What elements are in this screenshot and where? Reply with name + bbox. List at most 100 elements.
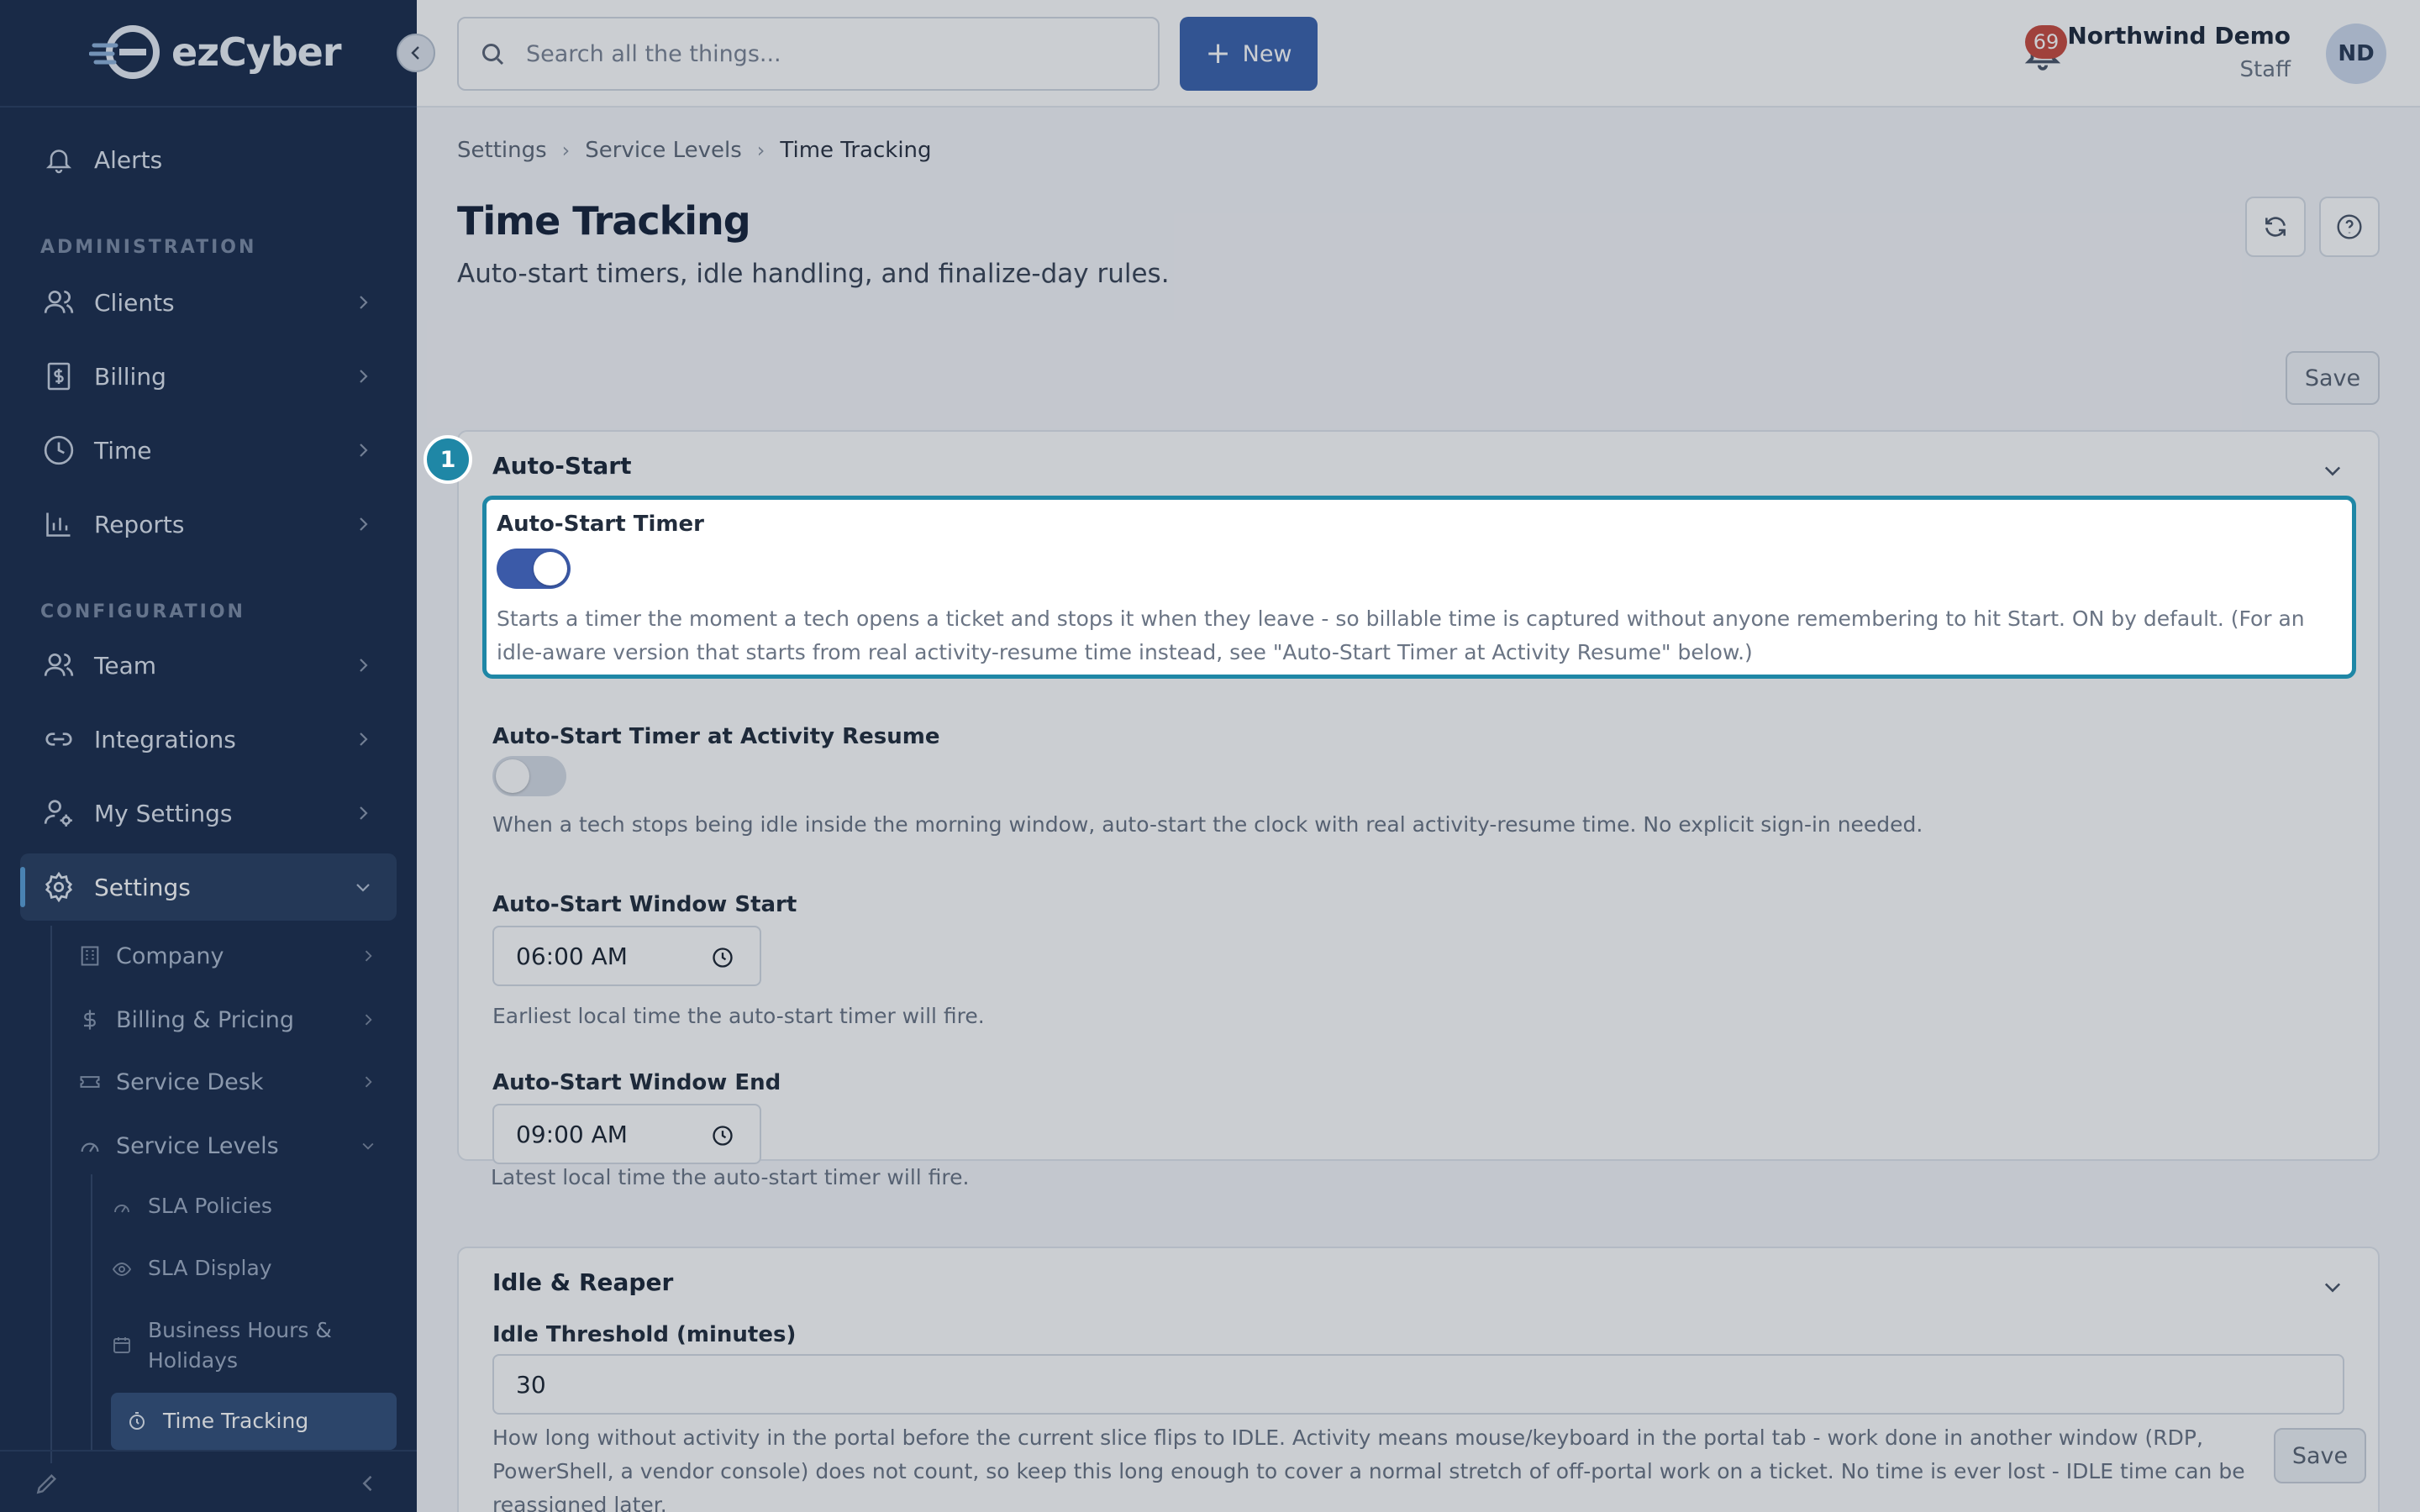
- chevron-right-icon: [360, 732, 368, 746]
- pencil-icon[interactable]: [34, 1470, 60, 1497]
- submenu-guide-line: [91, 1174, 92, 1452]
- invoice-dollar-icon: [40, 358, 77, 395]
- user-role: Staff: [2239, 57, 2291, 82]
- field-label: Auto-Start Timer: [497, 512, 704, 537]
- search-icon: [482, 44, 504, 66]
- breadcrumb-item-settings[interactable]: Settings: [457, 138, 547, 163]
- sidebar-divider: [0, 106, 417, 108]
- breadcrumb-item-service-levels[interactable]: Service Levels: [585, 138, 742, 163]
- field-description: Latest local time the auto-start timer w…: [491, 1165, 970, 1189]
- avatar[interactable]: ND: [2326, 24, 2386, 84]
- field-description: Starts a timer the moment a tech opens a…: [497, 606, 2305, 664]
- sidebar-item-alerts[interactable]: Alerts: [20, 126, 397, 193]
- sidebar-subitem-label: Time Tracking: [163, 1409, 309, 1433]
- chevron-right-icon: [360, 296, 368, 309]
- chevron-down-icon: [362, 1142, 374, 1150]
- logo-text: ezCyber: [171, 29, 342, 75]
- chevron-left-icon[interactable]: [356, 1472, 380, 1495]
- idle-threshold-input[interactable]: 30: [492, 1354, 2344, 1415]
- notification-badge: 69: [2025, 25, 2067, 59]
- bell-icon: [40, 141, 77, 178]
- sidebar-subitem-time-tracking[interactable]: Time Tracking: [111, 1393, 397, 1450]
- sidebar-item-settings[interactable]: Settings: [20, 853, 397, 921]
- save-button[interactable]: Save: [2286, 351, 2380, 405]
- link-icon: [40, 721, 77, 758]
- chevron-down-icon: [356, 884, 370, 892]
- ticket-icon: [77, 1069, 103, 1095]
- sidebar-subitem-company[interactable]: Company: [77, 929, 397, 983]
- search-input[interactable]: [526, 40, 1114, 67]
- bar-chart-icon: [40, 506, 77, 543]
- sidebar-subitem-label: Business Hours & Holidays: [148, 1318, 332, 1373]
- sidebar-subitem-billing-pricing[interactable]: Billing & Pricing: [77, 993, 397, 1047]
- field-label: Auto-Start Timer at Activity Resume: [492, 724, 940, 749]
- chevron-right-icon: [360, 370, 368, 383]
- refresh-button[interactable]: [2245, 197, 2306, 257]
- clock-icon: [713, 1126, 733, 1146]
- help-button[interactable]: [2319, 197, 2380, 257]
- user-name: Northwind Demo: [2067, 22, 2291, 50]
- breadcrumb-separator-icon: ›: [756, 139, 765, 162]
- sidebar-subitem-service-levels[interactable]: Service Levels: [77, 1119, 397, 1173]
- auto-start-timer-toggle[interactable]: [497, 549, 571, 589]
- toggle-knob: [496, 759, 529, 793]
- chevron-right-icon: [365, 1014, 372, 1026]
- sidebar-collapse-button[interactable]: [397, 34, 435, 72]
- users-icon: [40, 284, 77, 321]
- clock-icon: [713, 948, 733, 968]
- time-value: 06:00 AM: [516, 942, 628, 970]
- sidebar-subitem-sla-policies[interactable]: SLA Policies: [111, 1191, 397, 1221]
- sidebar-footer: [0, 1450, 417, 1512]
- refresh-icon: [2265, 217, 2286, 237]
- sidebar-item-integrations[interactable]: Integrations: [20, 706, 397, 773]
- floating-save-button[interactable]: Save: [2274, 1428, 2366, 1483]
- sidebar-subitem-business-hours[interactable]: Business Hours & Holidays: [111, 1315, 397, 1376]
- activity-resume-toggle[interactable]: [492, 756, 566, 796]
- submenu-guide-line: [50, 926, 52, 1463]
- page-title: Time Tracking: [457, 198, 751, 244]
- team-icon: [40, 647, 77, 684]
- topbar: + New 69 Northwind Demo Staff ND: [417, 0, 2420, 108]
- stopwatch-icon: [126, 1410, 148, 1432]
- chevron-right-icon: [360, 659, 368, 672]
- sidebar-item-time[interactable]: Time: [20, 417, 397, 484]
- app-logo[interactable]: ezCyber: [89, 22, 342, 82]
- toggle-knob: [534, 552, 567, 585]
- sidebar-item-reports[interactable]: Reports: [20, 491, 397, 558]
- sidebar-subitem-label: Billing & Pricing: [116, 1006, 295, 1033]
- sidebar-item-label: Billing: [94, 362, 166, 391]
- input-value: 30: [516, 1370, 546, 1399]
- chevron-right-icon: [360, 517, 368, 531]
- new-button[interactable]: + New: [1180, 17, 1318, 91]
- section-label-configuration: CONFIGURATION: [40, 601, 245, 622]
- sidebar-subitem-sla-display[interactable]: SLA Display: [111, 1253, 397, 1284]
- window-end-time-input[interactable]: 09:00 AM: [492, 1104, 761, 1164]
- sidebar-subitem-label: SLA Display: [148, 1256, 272, 1280]
- window-start-time-input[interactable]: 06:00 AM: [492, 926, 761, 986]
- sidebar-item-billing[interactable]: Billing: [20, 343, 397, 410]
- dollar-icon: [77, 1007, 103, 1032]
- sidebar-item-my-settings[interactable]: My Settings: [20, 780, 397, 847]
- plus-icon: +: [1205, 36, 1231, 71]
- sidebar-item-label: My Settings: [94, 799, 233, 827]
- chevron-down-icon[interactable]: [2321, 459, 2344, 482]
- gauge-icon: [111, 1196, 133, 1218]
- tour-spotlight-auto-start-timer: Auto-Start Timer Starts a timer the mome…: [482, 496, 2356, 679]
- building-icon: [77, 943, 103, 969]
- chevron-down-icon[interactable]: [2321, 1275, 2344, 1299]
- sidebar-item-clients[interactable]: Clients: [20, 269, 397, 336]
- sidebar-item-label: Time: [94, 436, 152, 465]
- main-content: Settings › Service Levels › Time Trackin…: [417, 109, 2420, 1512]
- chevron-right-icon: [365, 950, 372, 962]
- sidebar-subitem-label: Service Desk: [116, 1068, 264, 1095]
- clock-icon: [40, 432, 77, 469]
- sidebar: ezCyber Alerts ADMINISTRATION Clients Bi…: [0, 0, 417, 1512]
- page-subtitle: Auto-start timers, idle handling, and fi…: [457, 259, 1170, 289]
- breadcrumb-separator-icon: ›: [561, 139, 571, 162]
- help-circle-icon: [2337, 214, 2362, 239]
- calendar-icon: [111, 1334, 133, 1356]
- sidebar-item-team[interactable]: Team: [20, 632, 397, 699]
- global-search[interactable]: [457, 17, 1160, 91]
- gear-icon: [40, 869, 77, 906]
- sidebar-subitem-service-desk[interactable]: Service Desk: [77, 1055, 397, 1109]
